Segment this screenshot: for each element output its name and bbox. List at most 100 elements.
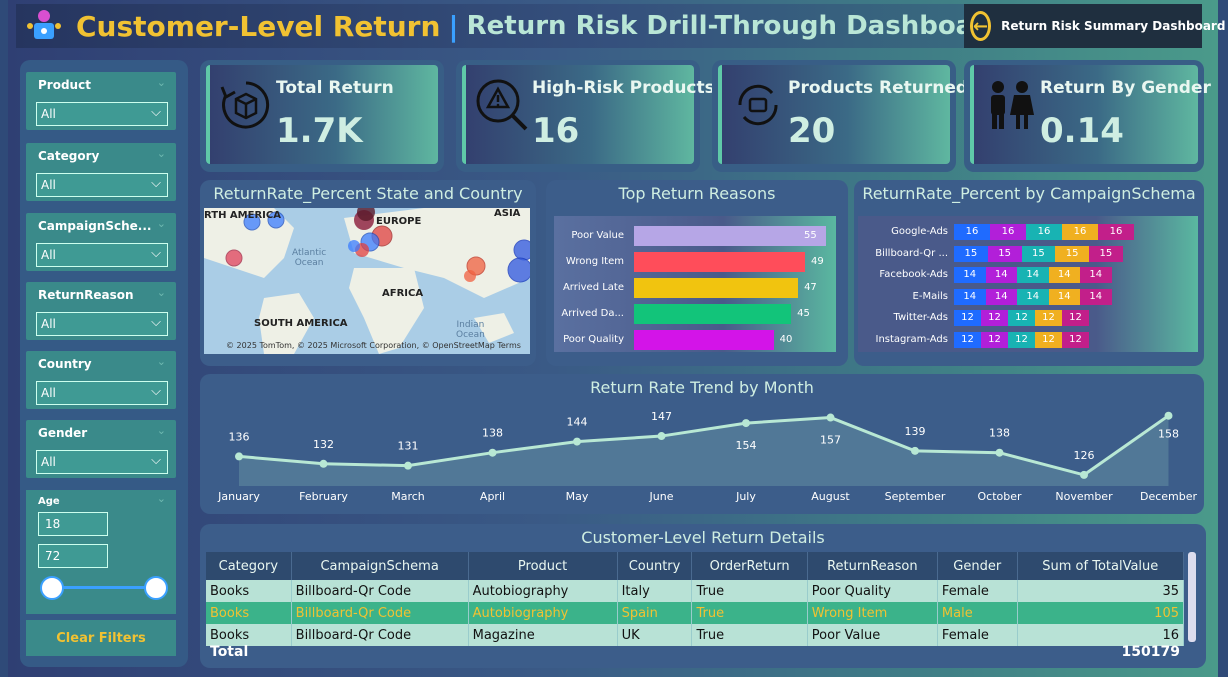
campaign-segment[interactable]: 12 xyxy=(1062,331,1089,348)
age-min-input[interactable]: 18 xyxy=(38,512,108,536)
column-header[interactable]: CampaignSchema xyxy=(291,552,469,580)
campaign-row[interactable]: E-Mails 14 14 14 14 14 xyxy=(858,288,1198,306)
trend-point[interactable] xyxy=(488,448,497,457)
reason-bar[interactable] xyxy=(634,330,774,350)
campaign-segment[interactable]: 12 xyxy=(1035,310,1062,326)
summary-dashboard-nav-button[interactable]: ← Return Risk Summary Dashboard xyxy=(964,4,1225,48)
campaign-segment[interactable]: 14 xyxy=(1048,288,1080,305)
campaign-row[interactable]: Twitter-Ads 12 12 12 12 12 xyxy=(858,310,1198,327)
campaign-panel: ReturnRate_Percent by CampaignSchema Goo… xyxy=(854,180,1204,366)
table-cell: Magazine xyxy=(468,624,618,646)
chevron-down-icon[interactable]: ⌄ xyxy=(157,217,166,230)
trend-point[interactable] xyxy=(911,446,919,455)
column-header[interactable]: Product xyxy=(468,552,618,580)
campaign-segment[interactable]: 12 xyxy=(1062,310,1089,326)
chevron-down-icon[interactable]: ⌄ xyxy=(157,286,166,299)
campaign-segment[interactable]: 15 xyxy=(1055,245,1089,262)
panel-title: ReturnRate_Percent State and Country xyxy=(213,184,523,203)
campaign-segment[interactable]: 14 xyxy=(985,267,1017,283)
campaign-segment[interactable]: 15 xyxy=(954,245,988,262)
trend-point[interactable] xyxy=(657,432,666,441)
reason-row[interactable]: Arrived Da... 45 xyxy=(554,304,834,324)
campaign-segment[interactable]: 12 xyxy=(954,331,981,348)
trend-point[interactable] xyxy=(1164,411,1173,420)
gender-dropdown[interactable]: All ⌵ xyxy=(36,450,168,474)
campaign-segment[interactable]: 12 xyxy=(1008,331,1035,348)
reason-row[interactable]: Arrived Late 47 xyxy=(554,278,834,298)
category-dropdown[interactable]: All ⌵ xyxy=(36,173,168,197)
trend-x-tick: February xyxy=(299,490,348,503)
table-cell: True xyxy=(691,580,808,602)
campaign-row[interactable]: Facebook-Ads 14 14 14 14 14 xyxy=(858,267,1198,284)
reason-bar[interactable] xyxy=(634,226,826,246)
trend-point[interactable] xyxy=(573,437,581,446)
world-map[interactable]: RTH AMERICA EUROPE ASIA AFRICA SOUTH AME… xyxy=(204,208,530,354)
reason-bar[interactable] xyxy=(634,304,792,324)
campaign-segment[interactable]: 14 xyxy=(954,267,986,283)
table-cell: Autobiography xyxy=(468,602,618,624)
campaign-segment[interactable]: 16 xyxy=(954,224,990,240)
campaign-segment[interactable]: 15 xyxy=(1089,245,1123,262)
column-header[interactable]: Gender xyxy=(937,552,1018,580)
column-header[interactable]: Category xyxy=(206,552,292,580)
campaign-segment[interactable]: 12 xyxy=(981,310,1008,326)
reason-row[interactable]: Poor Quality 40 xyxy=(554,330,834,350)
trend-point[interactable] xyxy=(235,452,243,461)
clear-filters-button[interactable]: Clear Filters xyxy=(26,620,176,656)
column-header[interactable]: Country xyxy=(617,552,693,580)
age-max-handle[interactable] xyxy=(144,576,168,600)
table-cell: Billboard-Qr Code xyxy=(291,580,469,602)
campaign-segment[interactable]: 14 xyxy=(1080,288,1112,305)
chevron-down-icon[interactable]: ⌄ xyxy=(157,76,166,89)
campaign-segment[interactable]: 14 xyxy=(1048,267,1080,283)
campaign-segment[interactable]: 12 xyxy=(954,310,981,326)
trend-point[interactable] xyxy=(319,459,328,468)
reason-row[interactable]: Poor Value 55 xyxy=(554,226,834,246)
reason-bar[interactable] xyxy=(634,252,806,272)
age-range-track[interactable] xyxy=(52,586,156,589)
campaign-segment[interactable]: 15 xyxy=(987,245,1022,262)
campaign-segment[interactable]: 12 xyxy=(1008,310,1035,326)
column-header[interactable]: Sum of TotalValue xyxy=(1017,552,1185,580)
trend-point[interactable] xyxy=(404,461,412,470)
campaign-segment[interactable]: 12 xyxy=(1035,331,1062,348)
table-row[interactable]: Books Billboard-Qr Code Autobiography Spain… xyxy=(206,602,1185,624)
chevron-down-icon[interactable]: ⌄ xyxy=(157,355,166,368)
campaign-segment[interactable]: 14 xyxy=(1080,267,1112,283)
column-header[interactable]: OrderReturn xyxy=(691,552,808,580)
reason-bar[interactable] xyxy=(634,278,799,298)
campaign-segment[interactable]: 14 xyxy=(1017,288,1049,305)
country-dropdown[interactable]: All ⌵ xyxy=(36,381,168,405)
table-scrollbar[interactable] xyxy=(1188,552,1196,642)
chevron-down-icon[interactable]: ⌄ xyxy=(157,147,166,160)
column-header[interactable]: ReturnReason xyxy=(807,552,938,580)
campaign-segment[interactable]: 14 xyxy=(1017,267,1049,283)
table-row[interactable]: Books Billboard-Qr Code Magazine UK True Poor… xyxy=(206,624,1185,646)
campaign-segment[interactable]: 12 xyxy=(981,331,1008,348)
product-dropdown[interactable]: All ⌵ xyxy=(36,102,168,126)
trend-point[interactable] xyxy=(995,448,1004,457)
trend-point[interactable] xyxy=(1080,470,1088,479)
campaign-segment[interactable]: 16 xyxy=(1026,224,1062,240)
table-row[interactable]: Books Billboard-Qr Code Autobiography Italy… xyxy=(206,580,1185,602)
campaign-row[interactable]: Instagram-Ads 12 12 12 12 12 xyxy=(858,331,1198,349)
campaign-segment[interactable]: 14 xyxy=(954,288,986,305)
campaign-segment[interactable]: 16 xyxy=(990,224,1026,240)
trend-point[interactable] xyxy=(742,419,750,428)
campaign-dropdown[interactable]: All ⌵ xyxy=(36,243,168,267)
title-separator: | xyxy=(448,9,459,43)
age-max-input[interactable]: 72 xyxy=(38,544,108,568)
campaign-segment[interactable]: 16 xyxy=(1098,224,1134,240)
table-cell: UK xyxy=(617,624,693,646)
chevron-down-icon[interactable]: ⌄ xyxy=(157,424,166,437)
campaign-segment[interactable]: 15 xyxy=(1021,245,1056,262)
return-reason-dropdown[interactable]: All ⌵ xyxy=(36,312,168,336)
age-min-handle[interactable] xyxy=(40,576,64,600)
campaign-row[interactable]: Google-Ads 16 16 16 16 16 xyxy=(858,224,1198,241)
campaign-segment[interactable]: 16 xyxy=(1062,224,1098,240)
campaign-segment[interactable]: 14 xyxy=(985,288,1017,305)
trend-point[interactable] xyxy=(826,413,835,422)
chevron-down-icon[interactable]: ⌄ xyxy=(157,492,166,505)
campaign-row[interactable]: Billboard-Qr ... 15 15 15 15 15 xyxy=(858,245,1198,263)
reason-row[interactable]: Wrong Item 49 xyxy=(554,252,834,272)
